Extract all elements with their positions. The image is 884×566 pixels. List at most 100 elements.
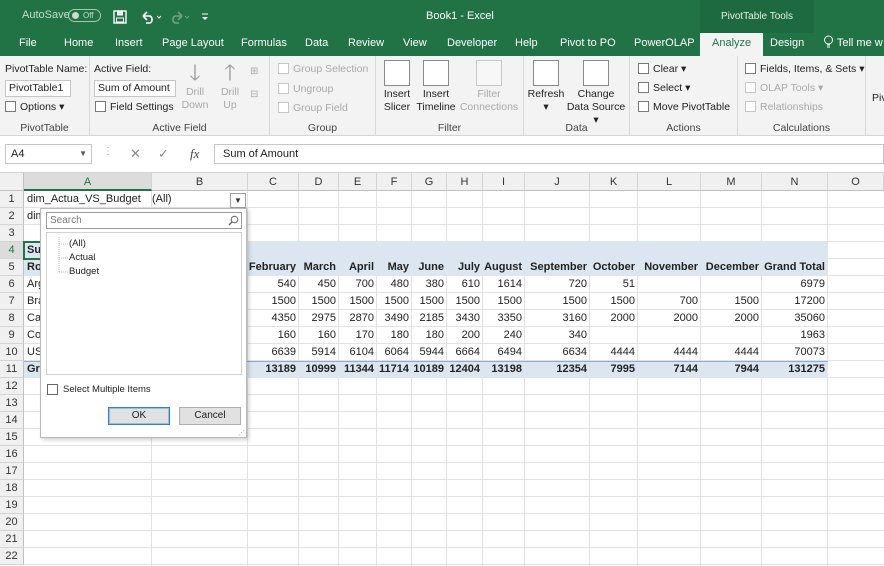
tab-tell-me[interactable]: Tell me w bbox=[823, 33, 883, 56]
month-header[interactable]: November bbox=[638, 259, 698, 276]
value-cell[interactable]: 720 bbox=[525, 276, 587, 293]
select-button[interactable]: Select ▾ bbox=[638, 82, 690, 94]
save-icon[interactable] bbox=[113, 9, 127, 25]
value-cell[interactable]: 700 bbox=[638, 293, 698, 310]
value-cell[interactable]: 2185 bbox=[412, 310, 444, 327]
grand-total-value[interactable]: 11714 bbox=[377, 361, 409, 378]
value-cell[interactable]: 160 bbox=[299, 327, 336, 344]
value-cell[interactable]: 160 bbox=[248, 327, 296, 344]
field-settings-button[interactable]: Field Settings bbox=[95, 101, 174, 113]
value-cell[interactable]: 1500 bbox=[701, 293, 759, 310]
column-header-l[interactable]: L bbox=[638, 173, 701, 191]
month-header[interactable]: September bbox=[525, 259, 587, 276]
report-filter-field[interactable]: dim_Actua_VS_Budget bbox=[27, 191, 141, 208]
column-header-k[interactable]: K bbox=[590, 173, 638, 191]
filter-item-actual[interactable]: Actual bbox=[69, 252, 95, 263]
tab-design[interactable]: Design bbox=[770, 33, 804, 56]
tab-pivot-to-po[interactable]: Pivot to PO bbox=[560, 33, 616, 56]
row-header-3[interactable]: 3 bbox=[0, 225, 24, 242]
tab-review[interactable]: Review bbox=[348, 33, 384, 56]
value-cell[interactable] bbox=[701, 327, 759, 344]
value-cell[interactable]: 6979 bbox=[762, 276, 825, 293]
month-header[interactable]: June bbox=[412, 259, 444, 276]
tab-page-layout[interactable]: Page Layout bbox=[162, 33, 224, 56]
grand-total-value[interactable]: 11344 bbox=[339, 361, 374, 378]
value-cell[interactable]: 1963 bbox=[762, 327, 825, 344]
customize-qat-icon[interactable] bbox=[201, 9, 209, 25]
tab-insert[interactable]: Insert bbox=[115, 33, 143, 56]
value-cell[interactable]: 17200 bbox=[762, 293, 825, 310]
row-header-1[interactable]: 1 bbox=[0, 191, 24, 208]
column-header-n[interactable]: N bbox=[762, 173, 828, 191]
row-header-2[interactable]: 2 bbox=[0, 208, 24, 225]
cancel-icon[interactable]: ✕ bbox=[130, 146, 141, 162]
tab-developer[interactable]: Developer bbox=[447, 33, 497, 56]
row-header-4[interactable]: 4 bbox=[0, 242, 24, 259]
grand-total-value[interactable]: 13189 bbox=[248, 361, 296, 378]
value-cell[interactable]: 240 bbox=[483, 327, 522, 344]
value-cell[interactable]: 2870 bbox=[339, 310, 374, 327]
value-cell[interactable]: 380 bbox=[412, 276, 444, 293]
value-cell[interactable] bbox=[590, 327, 635, 344]
clear-button[interactable]: Clear ▾ bbox=[638, 63, 686, 75]
column-header-d[interactable]: D bbox=[299, 173, 339, 191]
row-header-9[interactable]: 9 bbox=[0, 327, 24, 344]
undo-icon[interactable] bbox=[140, 9, 162, 25]
insert-function-icon[interactable]: fx bbox=[190, 146, 199, 162]
grand-total-value[interactable]: 131275 bbox=[762, 361, 825, 378]
tab-view[interactable]: View bbox=[403, 33, 427, 56]
name-box[interactable]: A4 ▼ bbox=[5, 144, 92, 164]
column-header-i[interactable]: I bbox=[483, 173, 525, 191]
value-cell[interactable]: 6494 bbox=[483, 344, 522, 361]
resize-grip-icon[interactable]: ⋰ bbox=[238, 429, 245, 437]
tab-file[interactable]: File bbox=[19, 33, 37, 56]
value-cell[interactable]: 3160 bbox=[525, 310, 587, 327]
value-cell[interactable]: 4444 bbox=[590, 344, 635, 361]
column-header-m[interactable]: M bbox=[701, 173, 762, 191]
column-header-b[interactable]: B bbox=[152, 173, 248, 191]
row-header-19[interactable]: 19 bbox=[0, 497, 24, 514]
value-cell[interactable]: 340 bbox=[525, 327, 587, 344]
month-header[interactable]: July bbox=[447, 259, 480, 276]
row-header-8[interactable]: 8 bbox=[0, 310, 24, 327]
value-cell[interactable]: 1500 bbox=[412, 293, 444, 310]
month-header[interactable]: Grand Total bbox=[762, 259, 825, 276]
tab-data[interactable]: Data bbox=[305, 33, 328, 56]
column-header-f[interactable]: F bbox=[377, 173, 412, 191]
value-cell[interactable]: 5944 bbox=[412, 344, 444, 361]
row-header-10[interactable]: 10 bbox=[0, 344, 24, 361]
value-cell[interactable]: 3430 bbox=[447, 310, 480, 327]
report-filter-dropdown-button[interactable]: ▼ bbox=[230, 193, 246, 208]
active-field-input[interactable]: Sum of Amount bbox=[94, 80, 176, 97]
month-header[interactable]: August bbox=[483, 259, 522, 276]
formula-input[interactable]: Sum of Amount bbox=[214, 144, 884, 164]
row-header-6[interactable]: 6 bbox=[0, 276, 24, 293]
value-cell[interactable]: 1500 bbox=[377, 293, 409, 310]
grand-total-value[interactable]: 10999 bbox=[299, 361, 336, 378]
value-cell[interactable]: 610 bbox=[447, 276, 480, 293]
tab-home[interactable]: Home bbox=[64, 33, 93, 56]
filter-item-budget[interactable]: Budget bbox=[69, 266, 99, 277]
value-cell[interactable]: 180 bbox=[377, 327, 409, 344]
value-cell[interactable]: 1614 bbox=[483, 276, 522, 293]
row-header-7[interactable]: 7 bbox=[0, 293, 24, 310]
month-header[interactable]: February bbox=[248, 259, 296, 276]
value-cell[interactable]: 35060 bbox=[762, 310, 825, 327]
value-cell[interactable]: 1500 bbox=[299, 293, 336, 310]
value-cell[interactable]: 4350 bbox=[248, 310, 296, 327]
month-header[interactable]: December bbox=[701, 259, 759, 276]
insert-timeline-button[interactable]: Insert Timeline bbox=[416, 60, 456, 114]
options-button[interactable]: Options ▾ bbox=[5, 101, 64, 113]
value-cell[interactable]: 480 bbox=[377, 276, 409, 293]
value-cell[interactable]: 70073 bbox=[762, 344, 825, 361]
month-header[interactable]: May bbox=[377, 259, 409, 276]
insert-slicer-button[interactable]: Insert Slicer bbox=[380, 60, 414, 114]
ok-button[interactable]: OK bbox=[108, 407, 170, 425]
value-cell[interactable]: 4444 bbox=[701, 344, 759, 361]
value-cell[interactable]: 450 bbox=[299, 276, 336, 293]
value-cell[interactable]: 5914 bbox=[299, 344, 336, 361]
row-header-21[interactable]: 21 bbox=[0, 531, 24, 548]
value-cell[interactable]: 6064 bbox=[377, 344, 409, 361]
tab-formulas[interactable]: Formulas bbox=[241, 33, 287, 56]
value-cell[interactable]: 540 bbox=[248, 276, 296, 293]
